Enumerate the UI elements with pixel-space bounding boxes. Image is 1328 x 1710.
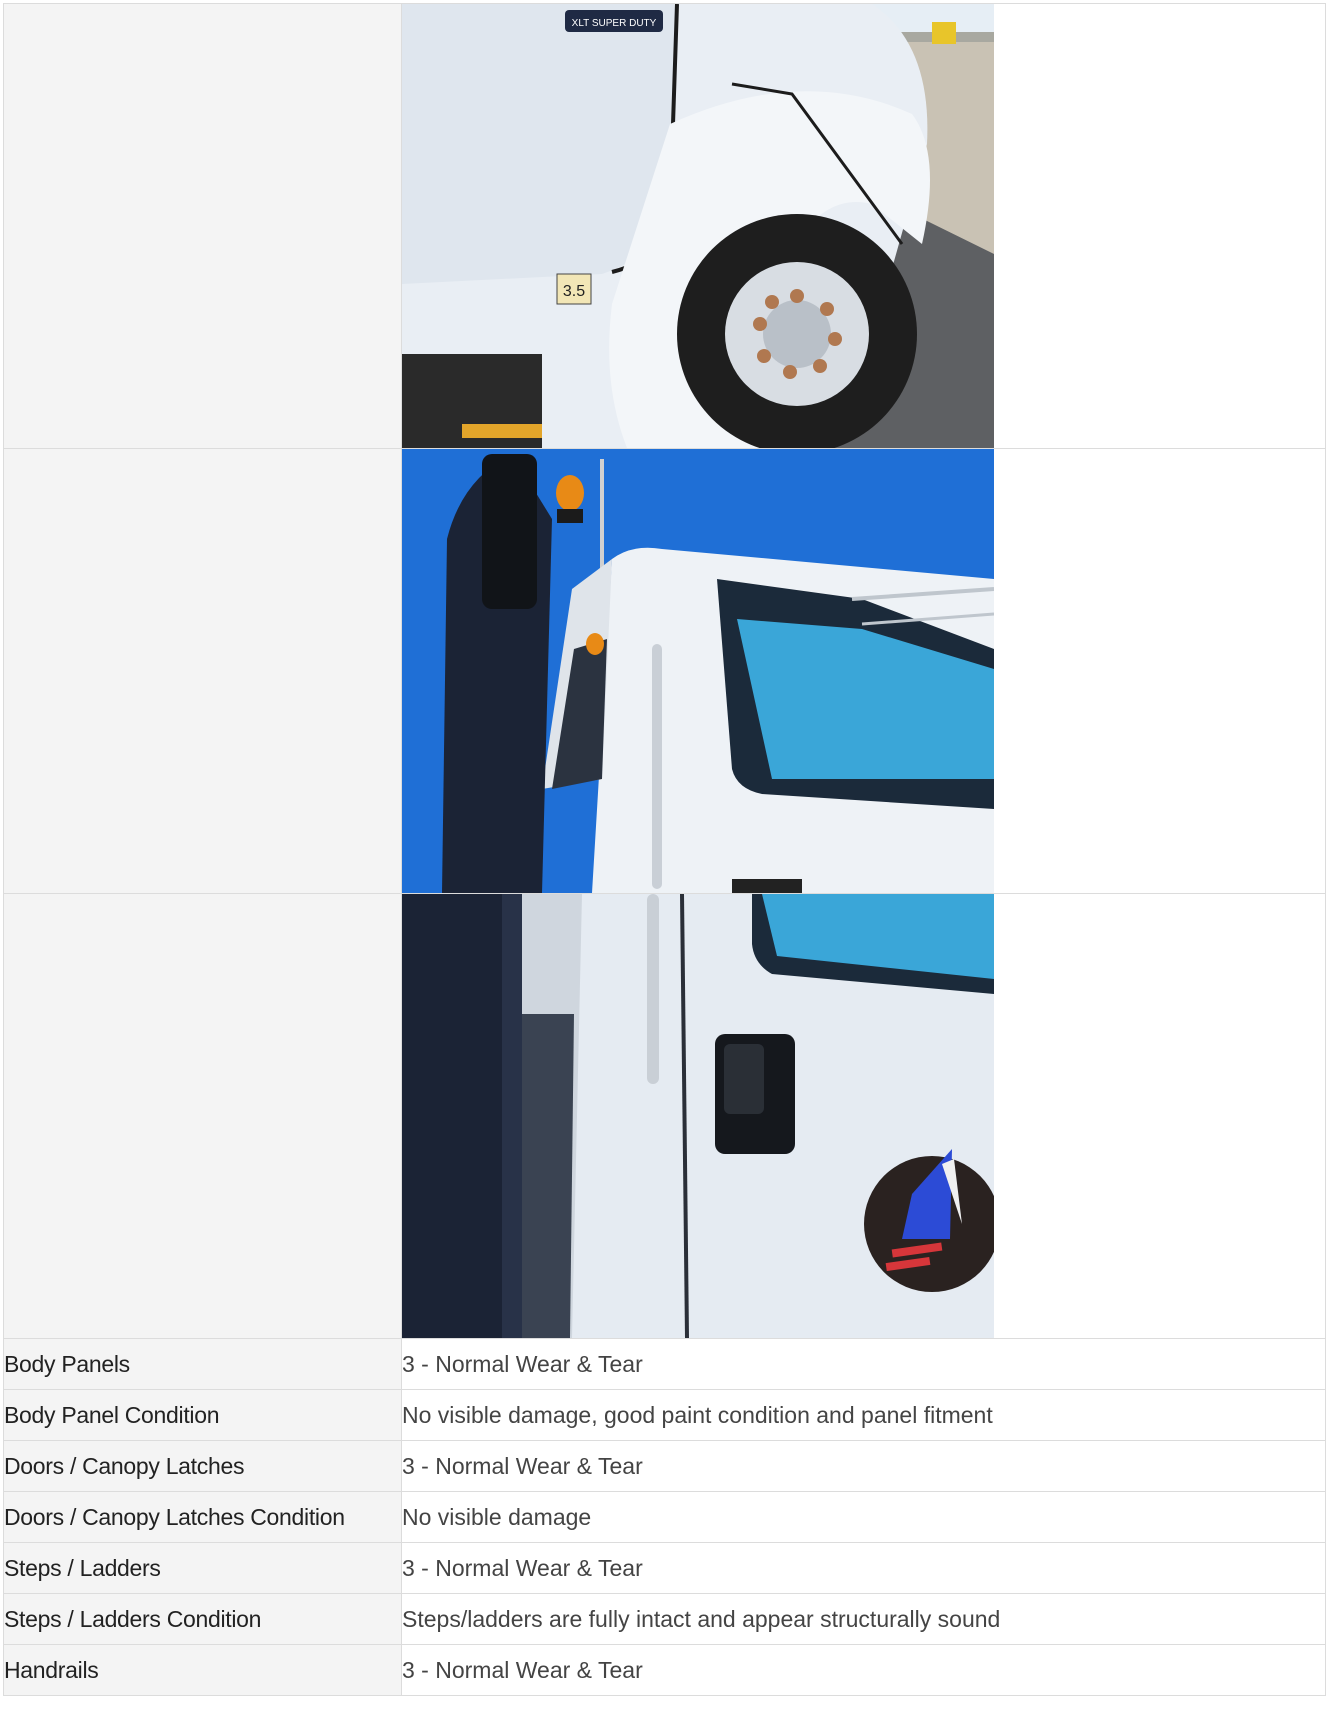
inspection-row: Doors / Canopy Latches 3 - Normal Wear &… — [3, 1440, 1326, 1492]
field-label: Handrails — [3, 1644, 402, 1696]
inspection-row: Steps / Ladders Condition Steps/ladders … — [3, 1593, 1326, 1645]
photo-row-label-cell — [3, 3, 402, 449]
field-label: Doors / Canopy Latches Condition — [3, 1491, 402, 1543]
truck-fender-photo[interactable]: XLT SUPER DUTY 3.5 — [402, 4, 994, 448]
field-label: Body Panels — [3, 1338, 402, 1390]
inspection-row: Body Panel Condition No visible damage, … — [3, 1389, 1326, 1441]
truck-cab-window-photo[interactable] — [402, 449, 994, 893]
photo-cell — [401, 893, 1326, 1339]
photo-row-2 — [3, 448, 1326, 894]
photo-row-label-cell — [3, 448, 402, 894]
truck-door-logo-photo[interactable] — [402, 894, 994, 1338]
inspection-row: Body Panels 3 - Normal Wear & Tear — [3, 1338, 1326, 1390]
field-value: 3 - Normal Wear & Tear — [401, 1644, 1326, 1696]
inspection-row: Steps / Ladders 3 - Normal Wear & Tear — [3, 1542, 1326, 1594]
field-value: 3 - Normal Wear & Tear — [401, 1542, 1326, 1594]
photo-cell — [401, 448, 1326, 894]
field-value: No visible damage — [401, 1491, 1326, 1543]
field-value: Steps/ladders are fully intact and appea… — [401, 1593, 1326, 1645]
photo-row-1: XLT SUPER DUTY 3.5 — [3, 3, 1326, 449]
field-label: Body Panel Condition — [3, 1389, 402, 1441]
field-label: Steps / Ladders — [3, 1542, 402, 1594]
field-label: Steps / Ladders Condition — [3, 1593, 402, 1645]
engine-emblem-text: 3.5 — [563, 283, 585, 300]
inspection-table: XLT SUPER DUTY 3.5 Body Panels 3 - Norma… — [3, 3, 1326, 1696]
photo-cell: XLT SUPER DUTY 3.5 — [401, 3, 1326, 449]
truck-badge-text: XLT SUPER DUTY — [572, 18, 657, 29]
field-value: 3 - Normal Wear & Tear — [401, 1338, 1326, 1390]
field-value: 3 - Normal Wear & Tear — [401, 1440, 1326, 1492]
field-value: No visible damage, good paint condition … — [401, 1389, 1326, 1441]
inspection-row: Handrails 3 - Normal Wear & Tear — [3, 1644, 1326, 1696]
field-label: Doors / Canopy Latches — [3, 1440, 402, 1492]
inspection-row: Doors / Canopy Latches Condition No visi… — [3, 1491, 1326, 1543]
photo-row-label-cell — [3, 893, 402, 1339]
photo-row-3 — [3, 893, 1326, 1339]
